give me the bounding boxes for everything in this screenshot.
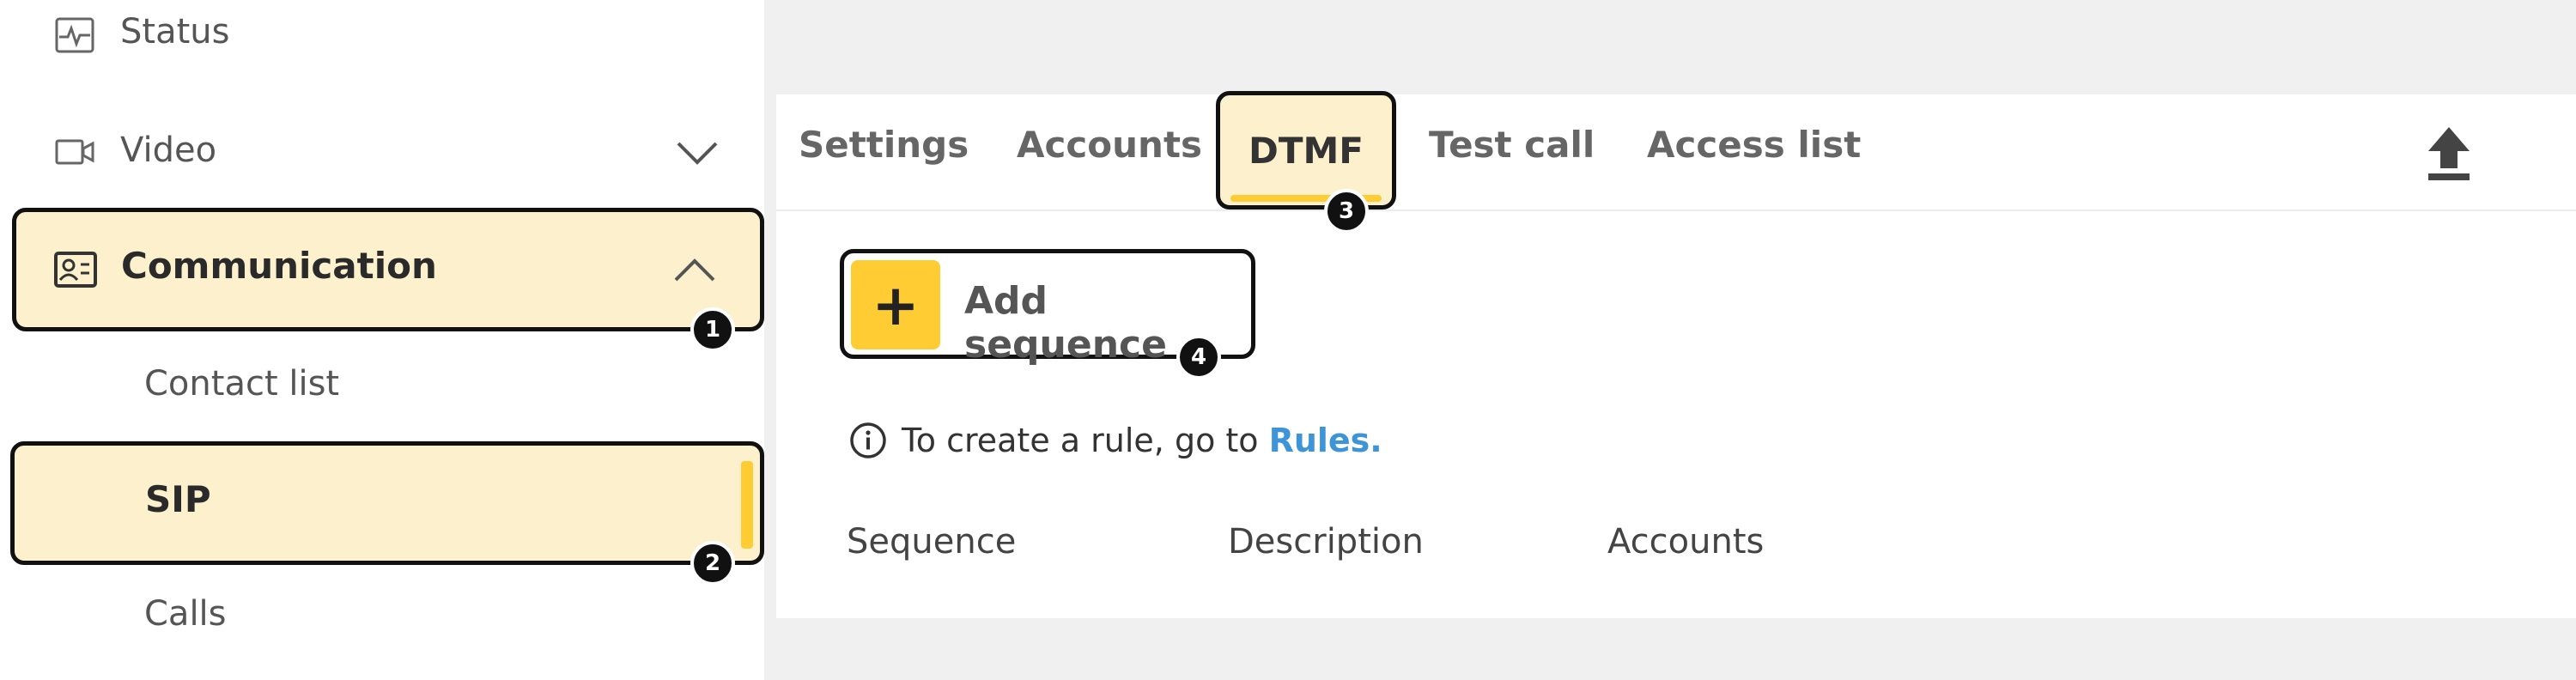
tab-settings[interactable]: Settings	[799, 124, 969, 166]
sidebar-item-contact-list[interactable]: Contact list	[12, 352, 764, 424]
column-header-sequence[interactable]: Sequence	[847, 522, 1016, 562]
sidebar-item-status[interactable]: Status	[12, 0, 764, 74]
sidebar-item-label: Contact list	[144, 364, 340, 404]
sidebar-item-label: Communication	[121, 245, 437, 287]
sidebar-item-calls[interactable]: Calls	[12, 591, 764, 663]
info-text: To create a rule, go to	[902, 422, 1259, 459]
contact-card-icon	[52, 246, 99, 293]
active-indicator	[741, 461, 753, 549]
sidebar-item-communication[interactable]: Communication	[12, 208, 764, 331]
upload-icon[interactable]	[2423, 124, 2475, 184]
tab-test-call[interactable]: Test call	[1429, 124, 1595, 166]
sidebar-item-label: Calls	[144, 594, 227, 634]
column-header-accounts[interactable]: Accounts	[1607, 522, 1764, 562]
chevron-up-icon[interactable]	[669, 245, 720, 296]
plus-icon: +	[851, 260, 940, 349]
sidebar-item-sip[interactable]: SIP	[10, 441, 764, 565]
tab-access-list[interactable]: Access list	[1647, 124, 1861, 166]
tab-bar: Settings Accounts DTMF Test call Access …	[776, 91, 2576, 211]
sidebar-item-label: Video	[120, 131, 217, 170]
tab-accounts[interactable]: Accounts	[1017, 124, 1202, 166]
sidebar-item-video[interactable]: Video	[12, 113, 764, 191]
tab-dtmf-label: DTMF	[1249, 129, 1364, 172]
step-badge-3: 3	[1324, 189, 1369, 234]
step-badge-1: 1	[690, 307, 735, 352]
sidebar: Status Video Communication 1 Contact lis…	[0, 0, 764, 680]
step-badge-2: 2	[690, 541, 735, 586]
video-icon	[52, 129, 98, 175]
column-header-description[interactable]: Description	[1228, 522, 1424, 562]
step-badge-4: 4	[1176, 335, 1221, 379]
sidebar-item-label: SIP	[145, 478, 211, 520]
status-icon	[52, 12, 98, 58]
tab-dtmf[interactable]: DTMF	[1216, 91, 1396, 209]
chevron-down-icon[interactable]	[671, 127, 723, 179]
sidebar-item-label: Status	[120, 12, 230, 52]
info-message: To create a rule, go to Rules.	[848, 421, 1382, 460]
rules-link[interactable]: Rules.	[1269, 422, 1382, 459]
info-icon	[848, 421, 888, 460]
sip-panel: Settings Accounts DTMF Test call Access …	[776, 91, 2576, 618]
